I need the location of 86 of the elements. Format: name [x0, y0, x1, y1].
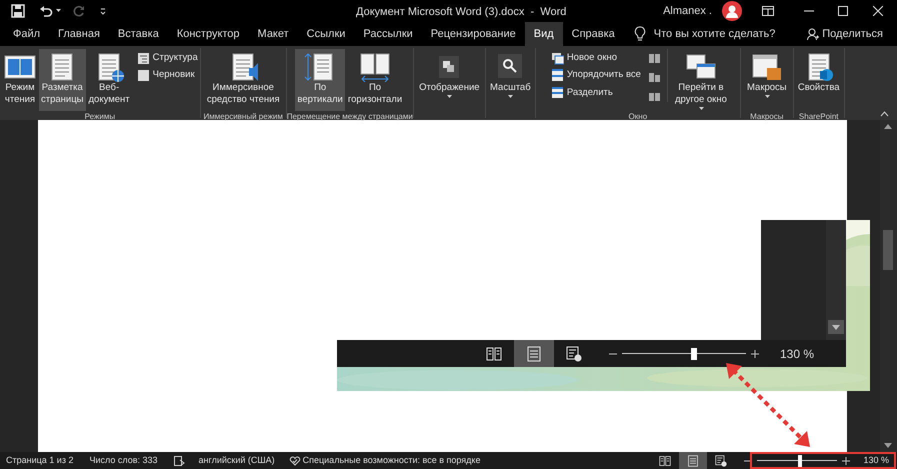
ribbon-button[interactable]: Масштаб	[488, 49, 533, 111]
ribbon-tab[interactable]: Файл	[4, 22, 50, 46]
caret-icon[interactable]	[55, 8, 61, 14]
scroll-thumb[interactable]	[883, 230, 893, 270]
zoom-level[interactable]: 130 %	[780, 344, 814, 362]
heart-check-icon	[288, 456, 301, 466]
zoom-in-icon[interactable]	[750, 348, 760, 358]
group-label: Макросы	[750, 111, 784, 123]
ribbon-tab[interactable]: Ссылки	[298, 22, 354, 46]
page-icon	[687, 454, 700, 466]
view-button[interactable]	[514, 340, 554, 367]
scroll-up-icon[interactable]	[884, 124, 892, 129]
web-page-icon	[566, 346, 582, 362]
ribbon-button[interactable]: Режим чтения	[2, 49, 38, 111]
split-icon	[550, 86, 564, 100]
window-title: Документ Microsoft Word (3).docx - Word	[356, 5, 566, 20]
lightbulb-icon[interactable]	[634, 26, 646, 42]
zoom-slider[interactable]	[622, 348, 746, 360]
zoom-level[interactable]: 130 %	[863, 454, 889, 468]
language-status[interactable]: английский (США)	[198, 454, 275, 468]
page-count[interactable]: Страница 1 из 2	[6, 454, 74, 468]
collapse-ribbon-icon[interactable]	[880, 111, 889, 117]
ribbon-options-icon[interactable]	[762, 6, 774, 16]
ribbon-button[interactable]: Перейти в другое окно	[672, 49, 729, 111]
close-icon[interactable]	[873, 6, 883, 16]
person-icon	[807, 28, 820, 40]
new-window-icon	[550, 52, 564, 65]
ribbon-tab[interactable]: Рецензирование	[422, 22, 525, 46]
group-label: Перемещение между страницами	[286, 111, 413, 123]
ribbon-button[interactable]: Разметка страницы	[39, 49, 86, 111]
group-label: Режимы	[84, 111, 116, 123]
scrollbar[interactable]	[826, 220, 846, 340]
customize-icon[interactable]	[99, 7, 107, 15]
web-page-icon	[715, 454, 728, 466]
ribbon-button[interactable]: Иммерсивное средство чтения	[204, 49, 282, 111]
share-button[interactable]: Поделиться	[807, 22, 883, 46]
slider-thumb[interactable]	[690, 348, 697, 360]
ribbon-tab[interactable]: Макет	[248, 22, 298, 46]
group-label: Окно	[628, 111, 648, 123]
ribbon-button[interactable]: Отображение	[417, 49, 482, 111]
scrollbar[interactable]	[880, 120, 897, 452]
view-button[interactable]	[679, 452, 708, 469]
ribbon-tab[interactable]: Конструктор	[168, 22, 249, 46]
page-icon	[526, 346, 542, 362]
avatar-icon[interactable]	[722, 1, 742, 21]
slider-thumb[interactable]	[798, 454, 802, 466]
group-label: Иммерсивный режим	[204, 111, 283, 123]
ribbon-button[interactable]: Веб- документ	[86, 49, 132, 111]
maximize-icon[interactable]	[838, 6, 848, 16]
ribbon-button[interactable]: Черновик	[136, 68, 198, 82]
scroll-down-icon[interactable]	[828, 320, 844, 334]
ribbon-button[interactable]: Макросы	[745, 49, 789, 111]
proofing-icon[interactable]	[174, 456, 185, 466]
ribbon-button[interactable]: Упорядочить все	[550, 68, 641, 82]
redo-icon[interactable]	[73, 5, 85, 17]
sync-scroll-icon[interactable]	[648, 72, 661, 83]
search-field[interactable]: Что вы хотите сделать?	[654, 22, 808, 46]
scroll-down-icon[interactable]	[884, 443, 892, 448]
group-label: SharePoint	[798, 111, 838, 123]
undo-icon[interactable]	[39, 4, 53, 18]
outline-icon	[136, 52, 150, 65]
ribbon-button[interactable]: Разделить	[550, 86, 641, 100]
ribbon-tab[interactable]: Вид	[524, 22, 563, 46]
zoom-in-icon[interactable]	[841, 456, 852, 466]
book-icon	[486, 346, 502, 362]
ribbon-button[interactable]: Новое окно	[550, 51, 641, 66]
side-by-side-icon[interactable]	[648, 53, 661, 64]
ribbon-button[interactable]: Свойства	[796, 49, 842, 111]
ribbon-tab[interactable]: Справка	[562, 22, 624, 46]
draft-icon	[136, 68, 150, 82]
ribbon-tab[interactable]: Рассылки	[354, 22, 422, 46]
ribbon-button[interactable]: Структура	[136, 51, 198, 66]
user-name: Almanex .	[663, 4, 712, 19]
save-icon[interactable]	[11, 4, 25, 18]
macro-icon	[750, 52, 783, 82]
book-icon	[659, 454, 672, 466]
zoom-slider[interactable]	[757, 454, 838, 466]
arrange-icon	[550, 68, 564, 82]
word-count[interactable]: Число слов: 333	[89, 454, 158, 468]
ribbon-button[interactable]: По горизонтали	[346, 49, 404, 111]
ribbon-tab[interactable]: Вставка	[108, 22, 168, 46]
accessibility-status[interactable]: Специальные возможности: все в порядке	[288, 454, 480, 468]
reset-position-icon[interactable]	[648, 91, 661, 102]
side-by-side-pages-icon	[359, 52, 392, 82]
ribbon-tab[interactable]: Главная	[49, 22, 109, 46]
ribbon-button[interactable]: По вертикали	[295, 49, 345, 111]
